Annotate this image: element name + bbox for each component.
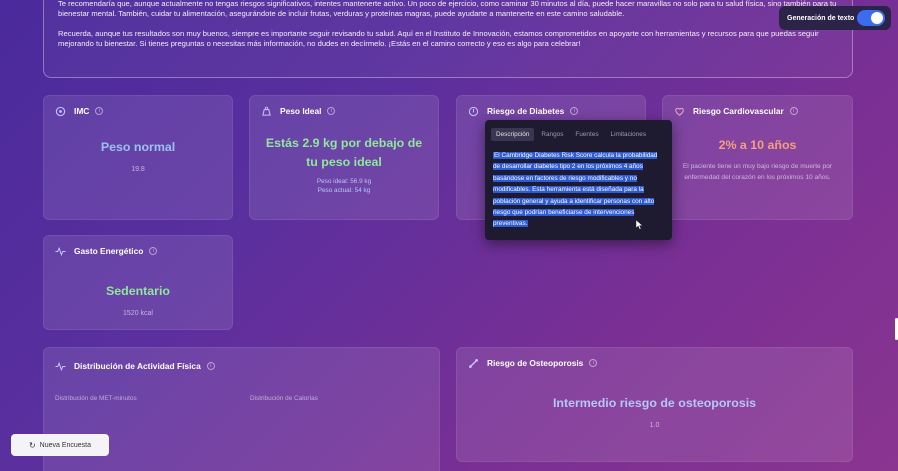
peso-actual-line: Peso actual: 54 kg	[317, 187, 371, 194]
tab-fuentes[interactable]: Fuentes	[570, 128, 603, 141]
activity-icon	[54, 360, 66, 372]
cardio-value: 2% a 10 años	[718, 138, 797, 152]
tab-limitaciones[interactable]: Limitaciones	[606, 128, 652, 141]
card-gasto-energetico: Gasto Energético i Sedentario 1520 kcal	[43, 235, 233, 330]
osteo-score: 1.0	[649, 422, 660, 429]
bone-icon	[467, 357, 479, 369]
info-icon[interactable]: i	[570, 107, 579, 115]
new-poll-button[interactable]: ↻ Nueva Encuesta	[11, 434, 109, 456]
card-title: Peso Ideal	[280, 106, 322, 116]
weight-icon	[260, 105, 272, 117]
summary-box: Te recomendaría que, aunque actualmente …	[43, 0, 853, 78]
card-cardiovascular: Riesgo Cardiovascular i 2% a 10 años El …	[662, 95, 853, 220]
summary-paragraph-2: Recuerda, aunque tus resultados son muy …	[58, 28, 819, 49]
card-osteoporosis: Riesgo de Osteoporosis i Intermedio ries…	[456, 347, 853, 462]
selected-text: El Cambridge Diabetes Risk Score calcula…	[493, 152, 658, 228]
mouse-cursor-icon	[636, 220, 644, 230]
card-peso-ideal: Peso Ideal i Estás 2.9 kg por debajo de …	[249, 95, 439, 220]
toggle-label: Generación de texto	[787, 14, 855, 22]
osteo-value: Intermedio riesgo de osteoporosis	[552, 396, 757, 410]
gasto-kcal: 1520 kcal	[123, 310, 153, 317]
card-title: Riesgo Cardiovascular	[693, 106, 784, 116]
refresh-icon: ↻	[28, 440, 36, 450]
peso-ideal-line: Peso ideal: 56.9 kg	[316, 178, 372, 185]
info-icon[interactable]: i	[789, 107, 798, 115]
toggle-switch[interactable]	[857, 10, 885, 26]
imc-number: 19.8	[131, 166, 145, 173]
text-generation-toggle[interactable]: Generación de texto	[779, 6, 891, 30]
met-minutes-heading: Distribución de MET-minutos	[55, 395, 137, 402]
info-icon[interactable]: i	[95, 107, 104, 115]
popover-description: El Cambridge Diabetes Risk Score calcula…	[491, 150, 666, 230]
pulse-icon	[54, 245, 66, 257]
gasto-value: Sedentario	[105, 284, 171, 298]
scale-icon	[54, 105, 66, 117]
peso-value: Estás 2.9 kg por debajo de tu peso ideal	[265, 136, 423, 169]
popover-tabs: Descripción Rangos Fuentes Limitaciones	[491, 128, 666, 141]
card-title: Gasto Energético	[74, 246, 144, 256]
cardio-description: El paciente tiene un muy bajo riesgo de …	[682, 163, 833, 181]
new-poll-label: Nueva Encuesta	[39, 441, 92, 449]
info-icon[interactable]: i	[589, 359, 598, 367]
card-title: Riesgo de Osteoporosis	[487, 358, 584, 368]
calories-heading: Distribución de Calorías	[250, 395, 318, 402]
card-title: Distribución de Actividad Física	[74, 361, 201, 371]
info-icon[interactable]: i	[327, 107, 336, 115]
tab-descripcion[interactable]: Descripción	[491, 128, 535, 141]
imc-value: Peso normal	[100, 140, 176, 154]
info-icon[interactable]: i	[149, 247, 158, 255]
drop-icon	[467, 105, 479, 117]
card-title: Riesgo de Diabetes	[487, 106, 565, 116]
tab-rangos[interactable]: Rangos	[536, 128, 568, 141]
card-imc: IMC i Peso normal 19.8	[43, 95, 233, 220]
summary-paragraph-1: Te recomendaría que, aunque actualmente …	[58, 0, 837, 19]
heart-icon	[673, 105, 685, 117]
info-icon[interactable]: i	[206, 362, 215, 370]
card-title: IMC	[74, 106, 90, 116]
